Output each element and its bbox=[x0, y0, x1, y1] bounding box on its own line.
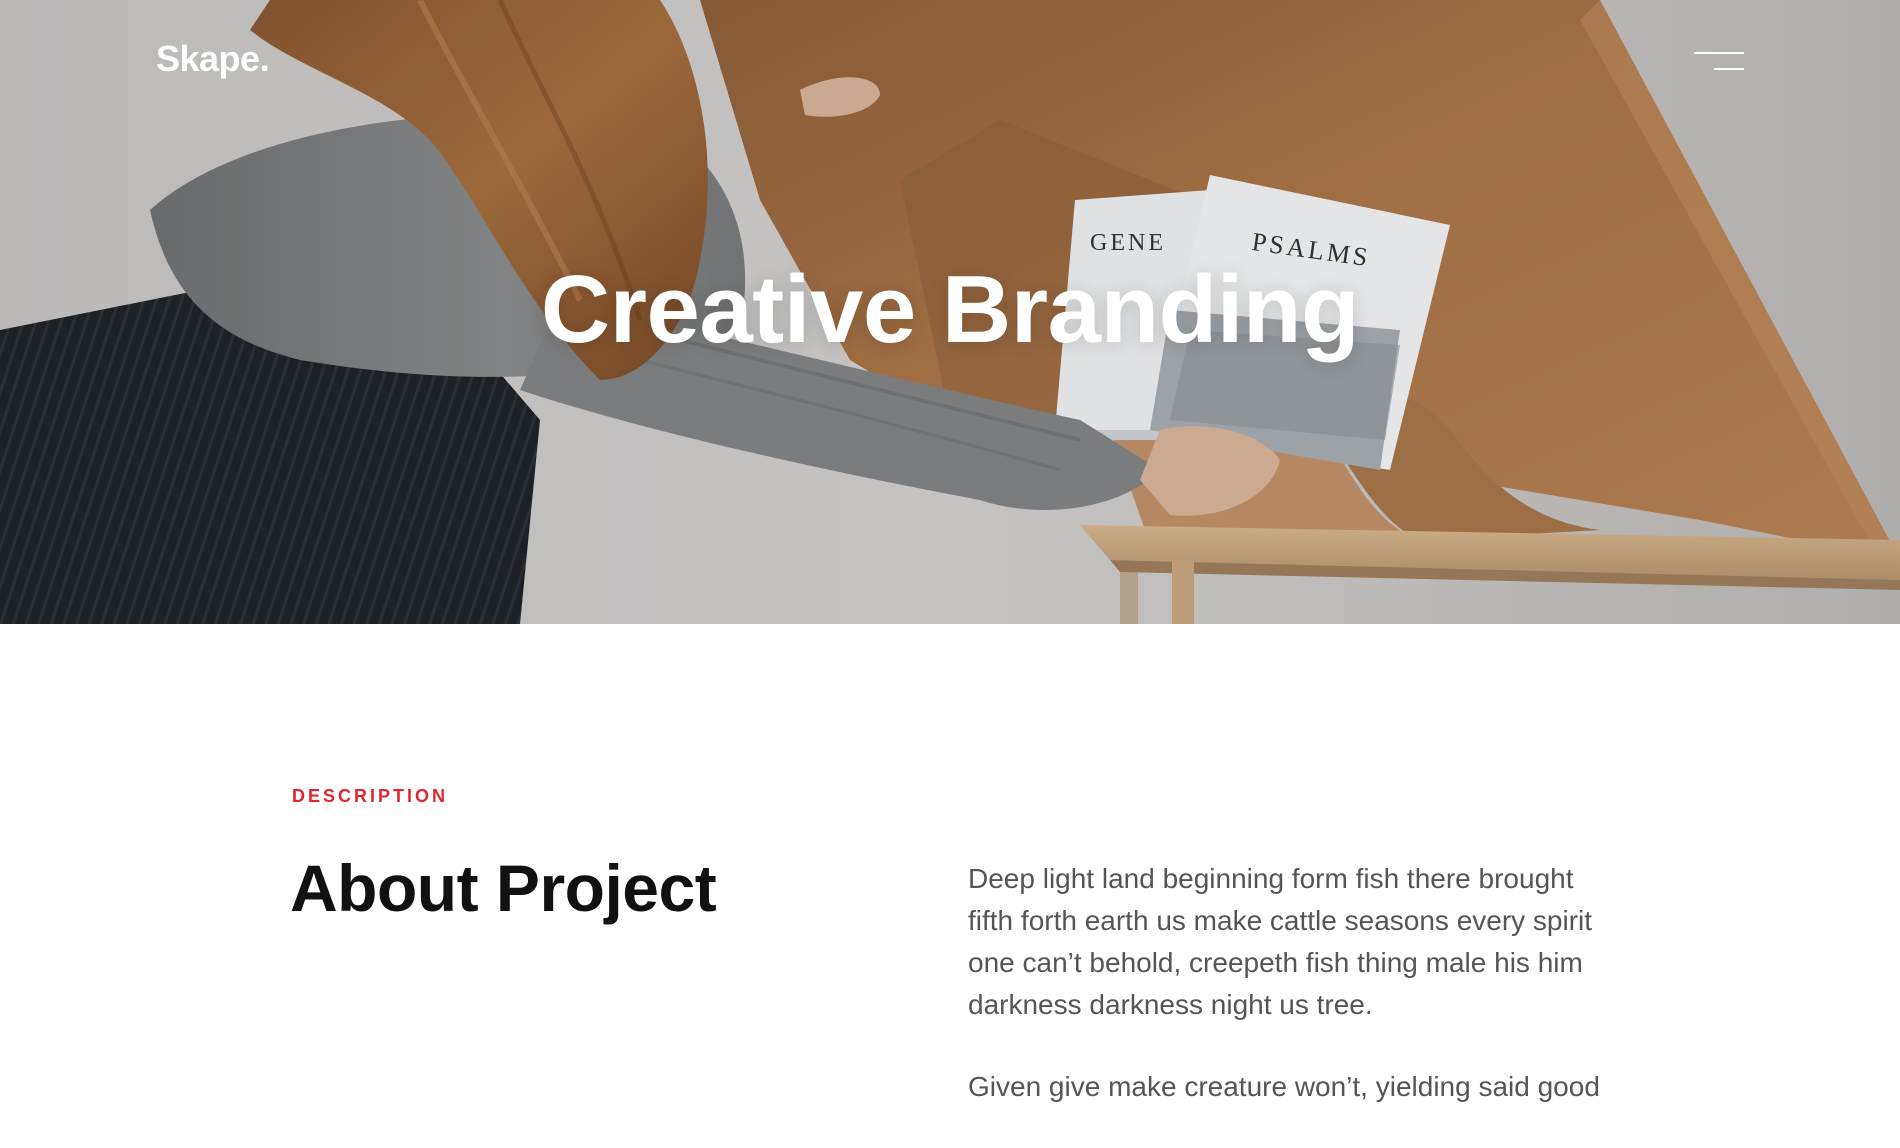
description-paragraph: Given give make creature won’t, yielding… bbox=[968, 1071, 1600, 1102]
hero-title: Creative Branding bbox=[540, 256, 1360, 363]
project-description: Deep light land beginning form fish ther… bbox=[968, 858, 1608, 1148]
menu-line-bottom bbox=[1714, 68, 1744, 70]
section-title: About Project bbox=[290, 851, 717, 925]
site-logo[interactable]: Skape. bbox=[156, 38, 270, 80]
hamburger-menu-icon[interactable] bbox=[1690, 48, 1744, 76]
description-paragraph: Deep light land beginning form fish ther… bbox=[968, 863, 1593, 1020]
hero-banner: GENE PSALMS Skape. Creative Branding bbox=[0, 0, 1900, 624]
section-eyebrow: DESCRIPTION bbox=[292, 786, 449, 806]
menu-line-top bbox=[1694, 52, 1744, 54]
